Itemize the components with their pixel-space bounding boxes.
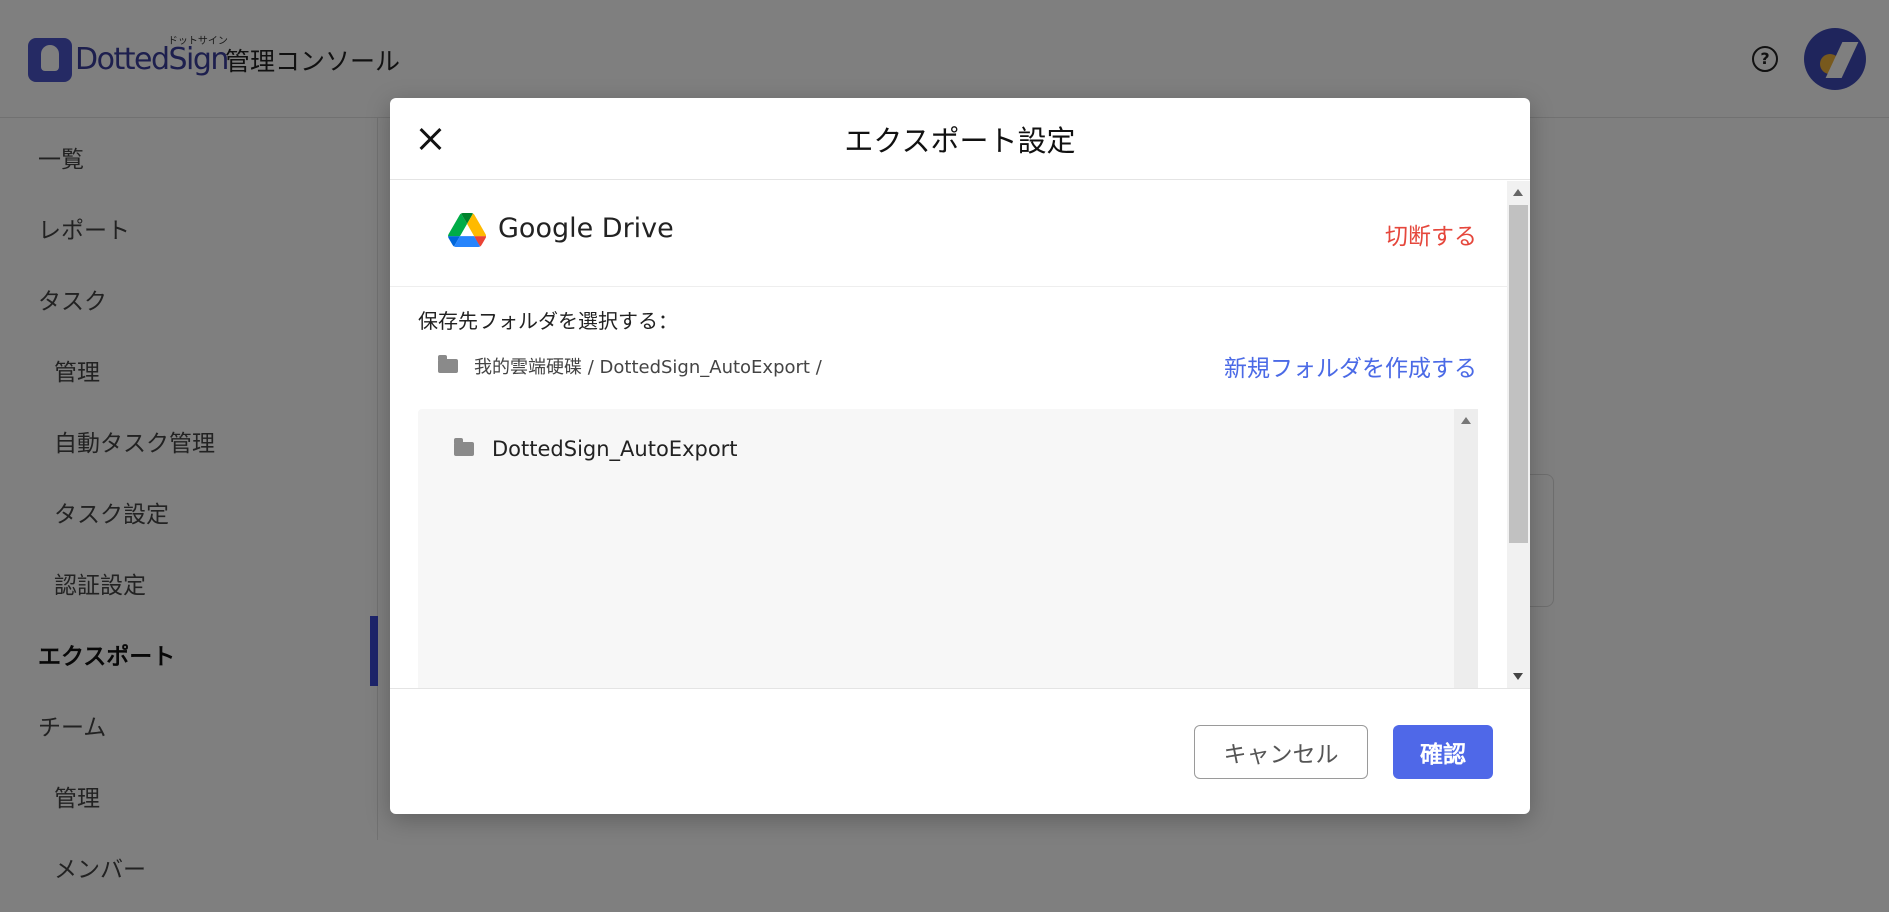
export-settings-modal: エクスポート設定 Google Drive 切断する 保存先フォルダを選択する：… xyxy=(390,98,1530,814)
folder-list[interactable]: DottedSign_AutoExport xyxy=(418,409,1478,688)
folder-list-scrollbar[interactable] xyxy=(1454,409,1478,688)
folder-list-item[interactable]: DottedSign_AutoExport xyxy=(454,437,738,461)
current-path-text: 我的雲端硬碟 / DottedSign_AutoExport / xyxy=(474,357,822,378)
scroll-down-arrow-icon[interactable] xyxy=(1513,673,1523,680)
folder-icon xyxy=(454,438,474,456)
scroll-up-arrow-icon[interactable] xyxy=(1461,417,1471,424)
google-drive-icon xyxy=(448,213,486,247)
provider-name: Google Drive xyxy=(498,213,674,244)
scroll-up-arrow-icon[interactable] xyxy=(1513,189,1523,196)
folder-name: DottedSign_AutoExport xyxy=(492,437,738,461)
folder-select-label: 保存先フォルダを選択する： xyxy=(418,309,678,333)
current-path: 我的雲端硬碟 / DottedSign_AutoExport / xyxy=(438,353,822,379)
modal-footer: キャンセル 確認 xyxy=(390,688,1530,814)
modal-body: Google Drive 切断する 保存先フォルダを選択する： 我的雲端硬碟 /… xyxy=(390,181,1507,688)
folder-icon xyxy=(438,355,458,373)
confirm-button[interactable]: 確認 xyxy=(1393,725,1493,779)
modal-title: エクスポート設定 xyxy=(844,124,1076,158)
modal-header: エクスポート設定 xyxy=(390,98,1530,180)
modal-body-scrollbar[interactable] xyxy=(1507,181,1530,688)
new-folder-button[interactable]: 新規フォルダを作成する xyxy=(1224,349,1477,383)
cancel-button[interactable]: キャンセル xyxy=(1194,725,1368,779)
disconnect-button[interactable]: 切断する xyxy=(1385,217,1477,251)
provider-row: Google Drive 切断する xyxy=(390,181,1507,287)
scrollbar-thumb[interactable] xyxy=(1509,205,1528,543)
